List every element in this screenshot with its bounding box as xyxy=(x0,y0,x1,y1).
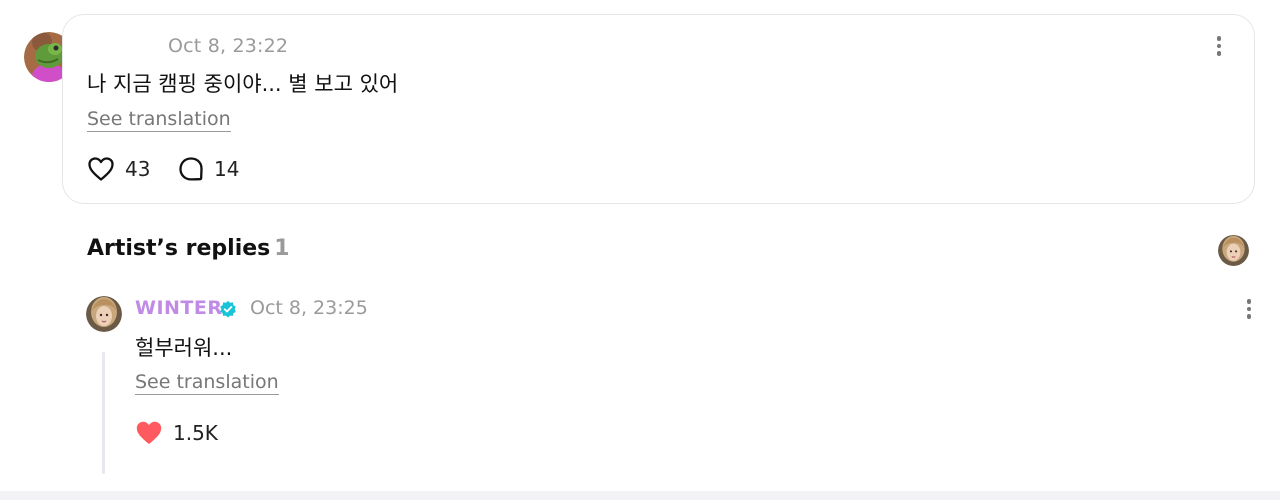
artist-replies-count: 1 xyxy=(274,236,290,261)
reply-more-options-icon[interactable] xyxy=(1239,296,1259,322)
bottom-divider xyxy=(0,491,1280,500)
post-text: 나 지금 캠핑 중이야... 별 보고 있어 xyxy=(87,72,399,96)
reply-timestamp: Oct 8, 23:25 xyxy=(250,297,368,319)
reply-text: 헐부러워... xyxy=(135,336,233,360)
post-like-button[interactable]: 43 xyxy=(87,156,150,182)
post-like-count: 43 xyxy=(125,157,151,181)
speech-bubble-icon xyxy=(179,157,203,181)
post-card: Oct 8, 23:22 나 지금 캠핑 중이야... 별 보고 있어 See … xyxy=(62,14,1255,204)
artist-photo-avatar-icon xyxy=(86,296,122,332)
artist-replies-heading: Artist’s replies 1 xyxy=(87,236,290,261)
heart-outline-icon xyxy=(88,157,114,181)
artist-photo-avatar-icon xyxy=(1218,235,1249,266)
post-comment-button[interactable]: 14 xyxy=(178,156,239,182)
comment-thread-page: Oct 8, 23:22 나 지금 캠핑 중이야... 별 보고 있어 See … xyxy=(0,0,1280,500)
verified-badge-icon xyxy=(220,300,236,318)
reply-see-translation-link[interactable]: See translation xyxy=(135,371,279,395)
post-comment-count: 14 xyxy=(214,157,240,181)
artist-filter-avatar[interactable] xyxy=(1218,235,1249,266)
artist-replies-title: Artist’s replies xyxy=(87,236,271,261)
post-timestamp: Oct 8, 23:22 xyxy=(168,35,289,57)
reply-like-count: 1.5K xyxy=(173,421,218,445)
artist-avatar[interactable] xyxy=(86,296,122,332)
post-more-options-icon[interactable] xyxy=(1209,33,1229,59)
reply-author-name[interactable]: WINTER xyxy=(135,297,223,319)
post-see-translation-link[interactable]: See translation xyxy=(87,108,231,132)
reply-thread-line xyxy=(102,352,105,474)
reply-like-button[interactable]: 1.5K xyxy=(135,420,218,446)
heart-filled-icon xyxy=(136,421,162,444)
